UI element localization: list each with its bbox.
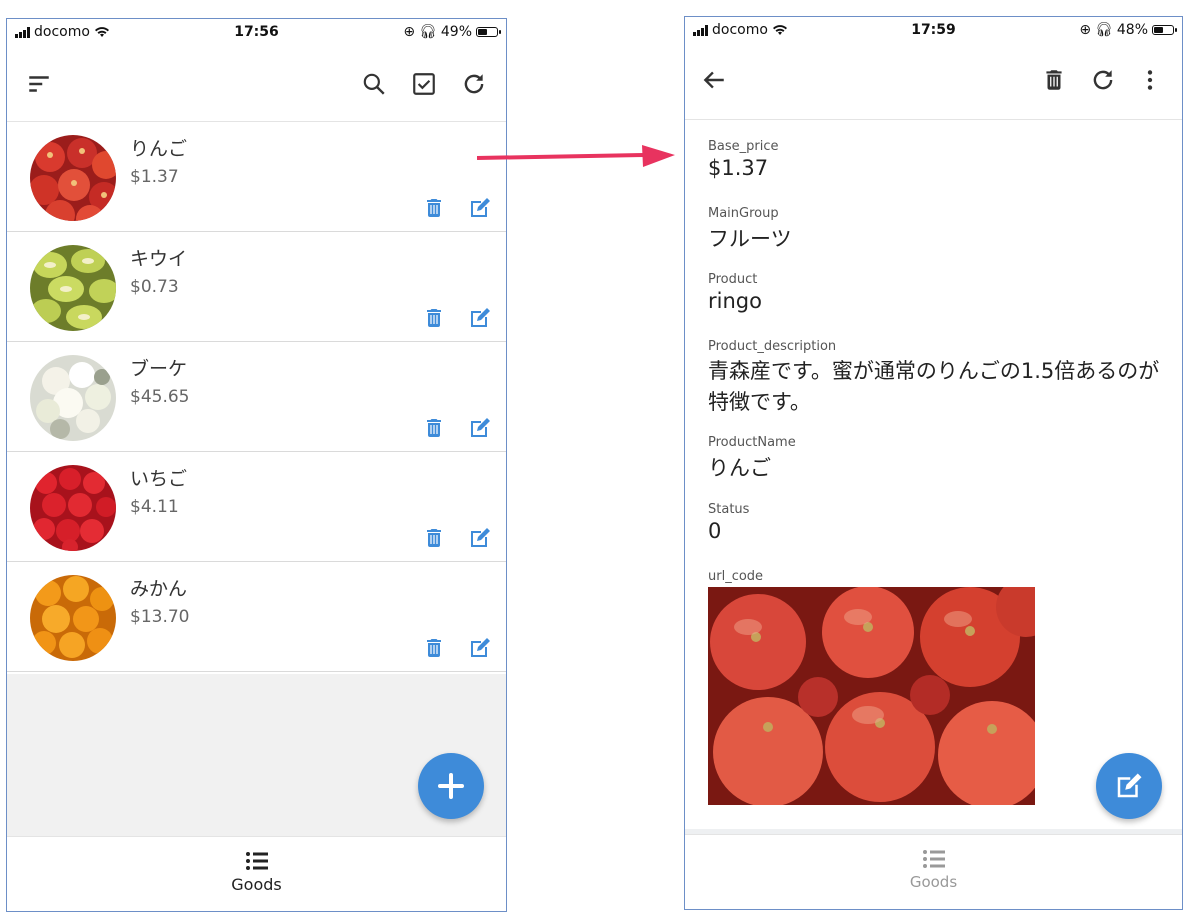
tab-label: Goods [231, 875, 282, 894]
edit-icon[interactable] [467, 526, 493, 550]
goods-detail-screen: docomo 17:59 ⊕ 🎧︎ 48% Base_price $1.37 M… [684, 16, 1183, 910]
back-arrow-icon[interactable] [697, 63, 731, 97]
battery-percent: 48% [1116, 22, 1148, 38]
product-price: $4.11 [130, 497, 179, 517]
orientation-lock-icon: ⊕ [403, 24, 416, 40]
delete-icon[interactable] [422, 416, 446, 440]
delete-icon[interactable] [1037, 63, 1071, 97]
app-bar [685, 45, 1182, 120]
product-price: $1.37 [130, 167, 179, 187]
field-value: 青森産です。蜜が通常のりんごの1.5倍あるのが特徴です。 [708, 359, 1160, 414]
delete-icon[interactable] [422, 196, 446, 220]
battery-icon [1152, 25, 1177, 35]
edit-icon[interactable] [467, 416, 493, 440]
bottom-navigation: Goods [7, 836, 506, 911]
field-value: 0 [708, 519, 722, 543]
plus-icon [438, 773, 464, 799]
list-item[interactable]: キウイ $0.73 [7, 232, 506, 342]
status-bar: docomo 17:56 ⊕ 🎧︎ 49% [7, 19, 506, 47]
list-icon [245, 852, 268, 870]
sort-menu-icon[interactable] [22, 67, 56, 101]
product-price: $13.70 [130, 607, 190, 627]
headphones-icon: 🎧︎ [419, 24, 437, 40]
app-bar [7, 47, 506, 122]
product-name: キウイ [130, 248, 188, 270]
goods-list-screen: docomo 17:56 ⊕ 🎧︎ 49% りんご $1.37 キウイ $0.7… [6, 18, 507, 912]
product-price: $45.65 [130, 387, 190, 407]
edit-button[interactable] [1096, 753, 1162, 819]
edit-icon[interactable] [467, 196, 493, 220]
field-value: フルーツ [708, 227, 792, 251]
refresh-icon[interactable] [1086, 63, 1120, 97]
field-product: Product ringo [708, 272, 1162, 313]
product-name: ブーケ [130, 358, 188, 380]
checkbox-icon[interactable] [407, 67, 441, 101]
orientation-lock-icon: ⊕ [1079, 22, 1092, 38]
bouquet-thumbnail [30, 355, 116, 441]
field-label: ProductName [708, 435, 796, 450]
field-product-description: Product_description 青森産です。蜜が通常のりんごの1.5倍あ… [708, 339, 1162, 418]
delete-icon[interactable] [422, 636, 446, 660]
list-item[interactable]: ブーケ $45.65 [7, 342, 506, 452]
add-item-button[interactable] [418, 753, 484, 819]
field-base-price: Base_price $1.37 [708, 139, 1162, 180]
product-name: いちご [130, 468, 188, 490]
apples-thumbnail [30, 135, 116, 221]
list-item[interactable]: りんご $1.37 [7, 122, 506, 232]
kiwi-thumbnail [30, 245, 116, 331]
search-icon[interactable] [357, 67, 391, 101]
field-main-group: MainGroup フルーツ [708, 206, 1162, 253]
field-label: Base_price [708, 139, 779, 154]
strawberries-thumbnail [30, 465, 116, 551]
status-bar: docomo 17:59 ⊕ 🎧︎ 48% [685, 17, 1182, 45]
battery-icon [476, 27, 501, 37]
field-status: Status 0 [708, 502, 1162, 543]
field-url-code: url_code [708, 569, 1162, 584]
field-label: Status [708, 502, 750, 517]
edit-icon [1113, 771, 1145, 801]
goods-list: りんご $1.37 キウイ $0.73 ブーケ $45.65 いちご $4.11… [7, 122, 506, 672]
field-value: りんご [708, 456, 771, 480]
field-label: Product [708, 272, 758, 287]
oranges-thumbnail [30, 575, 116, 661]
product-price: $0.73 [130, 277, 179, 297]
product-name: りんご [130, 138, 188, 160]
delete-icon[interactable] [422, 306, 446, 330]
more-vert-icon[interactable] [1133, 63, 1167, 97]
transition-arrow [477, 145, 675, 167]
field-value: ringo [708, 289, 762, 313]
field-label: Product_description [708, 339, 837, 354]
product-name: みかん [130, 578, 188, 600]
tab-goods[interactable]: Goods [685, 849, 1182, 891]
edit-icon[interactable] [467, 306, 493, 330]
field-value: $1.37 [708, 156, 769, 180]
list-item[interactable]: いちご $4.11 [7, 452, 506, 562]
field-label: url_code [708, 569, 764, 584]
refresh-icon[interactable] [457, 67, 491, 101]
field-product-name: ProductName りんご [708, 435, 1162, 482]
product-image [708, 587, 1035, 805]
edit-icon[interactable] [467, 636, 493, 660]
list-icon [922, 850, 945, 868]
field-label: MainGroup [708, 206, 779, 221]
battery-percent: 49% [440, 24, 472, 40]
tab-label: Goods [909, 873, 958, 891]
tab-goods[interactable]: Goods [7, 851, 506, 894]
list-item[interactable]: みかん $13.70 [7, 562, 506, 672]
bottom-navigation: Goods [685, 834, 1182, 909]
delete-icon[interactable] [422, 526, 446, 550]
empty-list-area [7, 674, 506, 838]
headphones-icon: 🎧︎ [1095, 22, 1113, 38]
